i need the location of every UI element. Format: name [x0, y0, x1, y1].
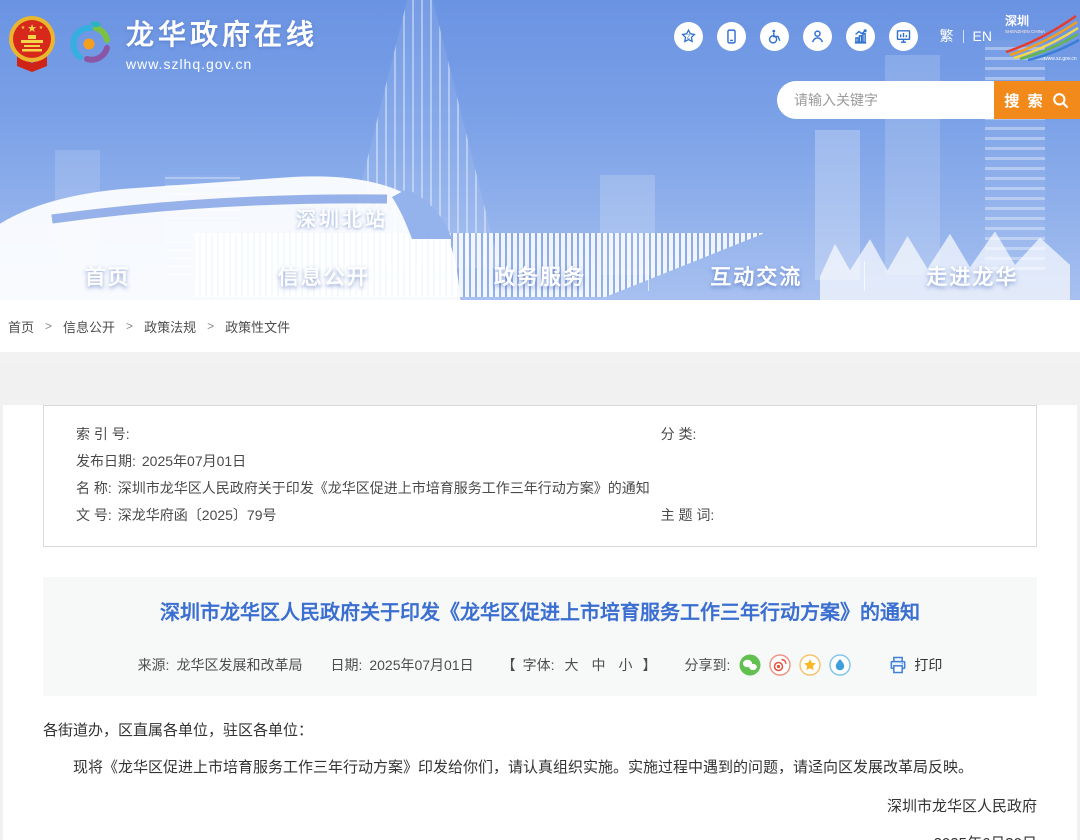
font-size-medium-button[interactable]: 中 — [592, 655, 606, 675]
search-button[interactable]: 搜 索 — [994, 81, 1080, 119]
meta-name-value: 深圳市龙华区人民政府关于印发《龙华区促进上市培育服务工作三年行动方案》的通知 — [118, 475, 650, 502]
breadcrumb: 首页 > 信息公开 > 政策法规 > 政策性文件 — [0, 300, 1080, 352]
user-center-button[interactable] — [803, 22, 832, 51]
nav-item-info-disclosure[interactable]: 信息公开 — [216, 261, 431, 291]
article-info-bar: 来源: 龙华区发展和改革局 日期: 2025年07月01日 【 字体: 大 中 … — [67, 654, 1013, 676]
share-icons — [739, 654, 851, 676]
lang-traditional-button[interactable]: 繁 — [940, 26, 954, 46]
national-emblem-icon: ★ ★ ★ — [8, 14, 56, 72]
qq-share-icon[interactable] — [829, 654, 851, 676]
breadcrumb-policy-documents[interactable]: 政策性文件 — [225, 317, 290, 336]
svg-text:★: ★ — [21, 25, 26, 31]
date-label: 日期: — [330, 655, 362, 675]
nav-item-home[interactable]: 首页 — [0, 261, 215, 291]
signature-date: 2025年6月30日 — [43, 832, 1037, 840]
meta-row: 名 称: 深圳市龙华区人民政府关于印发《龙华区促进上市培育服务工作三年行动方案》… — [76, 475, 1004, 502]
printer-icon — [888, 655, 908, 675]
signature: 深圳市龙华区人民政府 — [43, 795, 1037, 816]
body-paragraph: 现将《龙华区促进上市培育服务工作三年行动方案》印发给你们，请认真组织实施。实施过… — [43, 757, 1037, 779]
font-size-large-button[interactable]: 大 — [565, 655, 579, 675]
nav-item-interaction[interactable]: 互动交流 — [649, 261, 864, 291]
breadcrumb-separator: > — [45, 319, 52, 333]
article-header: 深圳市龙华区人民政府关于印发《龙华区促进上市培育服务工作三年行动方案》的通知 来… — [43, 577, 1037, 696]
shenzhen-gov-logo[interactable]: 深圳 SHENZHEN CHINA www.sz.gov.cn — [1002, 10, 1080, 62]
lang-divider — [963, 30, 964, 43]
meta-row: 发布日期: 2025年07月01日 — [76, 448, 1004, 475]
lang-english-button[interactable]: EN — [973, 28, 992, 44]
brand-text: 龙华政府在线 www.szlhq.gov.cn — [126, 13, 318, 72]
meta-publish-date-value: 2025年07月01日 — [142, 448, 246, 475]
user-icon — [809, 28, 826, 45]
search-input[interactable] — [777, 81, 994, 119]
breadcrumb-policies[interactable]: 政策法规 — [144, 317, 196, 336]
breadcrumb-separator: > — [126, 319, 133, 333]
monitor-chart-icon — [895, 28, 912, 45]
site-header: 深圳北站 ★ ★ ★ 龙华政府在线 www.szlhq.gov.cn — [0, 0, 1080, 300]
nav-item-gov-services[interactable]: 政务服务 — [432, 261, 647, 291]
source-value: 龙华区发展和改革局 — [176, 655, 302, 675]
language-switch: 繁 EN — [940, 26, 992, 46]
breadcrumb-info-disclosure[interactable]: 信息公开 — [63, 317, 115, 336]
share-label: 分享到: — [685, 655, 731, 675]
article-title: 深圳市龙华区人民政府关于印发《龙华区促进上市培育服务工作三年行动方案》的通知 — [67, 598, 1013, 628]
wheelchair-icon — [766, 28, 783, 45]
article-body: 各街道办，区直属各单位，驻区各单位： 现将《龙华区促进上市培育服务工作三年行动方… — [43, 696, 1037, 840]
mobile-version-button[interactable] — [717, 22, 746, 51]
font-widget-label: 字体: — [523, 655, 555, 675]
meta-row: 索 引 号: 分 类: — [76, 421, 1004, 448]
accessibility-button[interactable] — [760, 22, 789, 51]
header-quick-links: Z — [674, 10, 1080, 62]
site-title: 龙华政府在线 — [126, 13, 318, 53]
skyline-building-decor — [985, 40, 1045, 270]
sz-logo-url: www.sz.gov.cn — [1044, 56, 1077, 62]
qzone-share-icon[interactable] — [799, 654, 821, 676]
meta-row: 文 号: 深龙华府函〔2025〕79号 主 题 词: — [76, 502, 1004, 529]
print-button[interactable]: 打印 — [888, 655, 942, 675]
svg-text:Z: Z — [686, 34, 690, 40]
star-z-icon: Z — [680, 28, 697, 45]
meta-category-label: 分 类: — [661, 421, 697, 448]
salutation: 各街道办，区直属各单位，驻区各单位： — [43, 720, 1037, 742]
nav-item-about-longhua[interactable]: 走进龙华 — [865, 261, 1080, 291]
meta-index-label: 索 引 号: — [76, 421, 130, 448]
search-bar: 搜 索 — [777, 81, 1080, 119]
page-divider-strip — [0, 352, 1080, 364]
meta-publish-date-label: 发布日期: — [76, 448, 136, 475]
meta-doc-number-label: 文 号: — [76, 502, 112, 529]
font-widget-open: 【 — [502, 655, 516, 675]
meta-subject-label: 主 题 词: — [661, 502, 715, 529]
font-size-small-button[interactable]: 小 — [619, 655, 633, 675]
data-open-button[interactable] — [846, 22, 875, 51]
sz-logo-cn: 深圳 — [1005, 13, 1029, 28]
smart-service-button[interactable]: Z — [674, 22, 703, 51]
meta-name-label: 名 称: — [76, 475, 112, 502]
sz-logo-en: SHENZHEN CHINA — [1005, 29, 1045, 34]
source-label: 来源: — [138, 655, 170, 675]
document-meta-box: 索 引 号: 分 类: 发布日期: 2025年07月01日 名 称: 深圳市龙华… — [43, 405, 1037, 547]
breadcrumb-home[interactable]: 首页 — [8, 317, 34, 336]
search-button-label: 搜 索 — [1004, 90, 1044, 111]
meta-doc-number-value: 深龙华府函〔2025〕79号 — [118, 502, 277, 529]
weibo-share-icon[interactable] — [769, 654, 791, 676]
date-value: 2025年07月01日 — [369, 655, 473, 675]
mobile-phone-icon — [723, 28, 740, 45]
site-brand[interactable]: ★ ★ ★ 龙华政府在线 www.szlhq.gov.cn — [8, 13, 318, 72]
chart-growth-icon — [852, 28, 869, 45]
online-platform-button[interactable] — [889, 22, 918, 51]
breadcrumb-separator: > — [207, 319, 214, 333]
main-nav: 首页 信息公开 政务服务 互动交流 走进龙华 — [0, 252, 1080, 300]
svg-text:★: ★ — [27, 23, 37, 35]
site-url: www.szlhq.gov.cn — [126, 56, 318, 72]
wechat-share-icon[interactable] — [739, 654, 761, 676]
banner-caption: 深圳北站 — [296, 203, 388, 232]
document-page: 索 引 号: 分 类: 发布日期: 2025年07月01日 名 称: 深圳市龙华… — [3, 405, 1077, 840]
longhua-logo-icon — [68, 19, 114, 67]
svg-text:★: ★ — [39, 25, 44, 31]
font-widget-close: 】 — [643, 655, 657, 675]
print-label: 打印 — [914, 655, 942, 675]
search-icon — [1051, 91, 1070, 110]
